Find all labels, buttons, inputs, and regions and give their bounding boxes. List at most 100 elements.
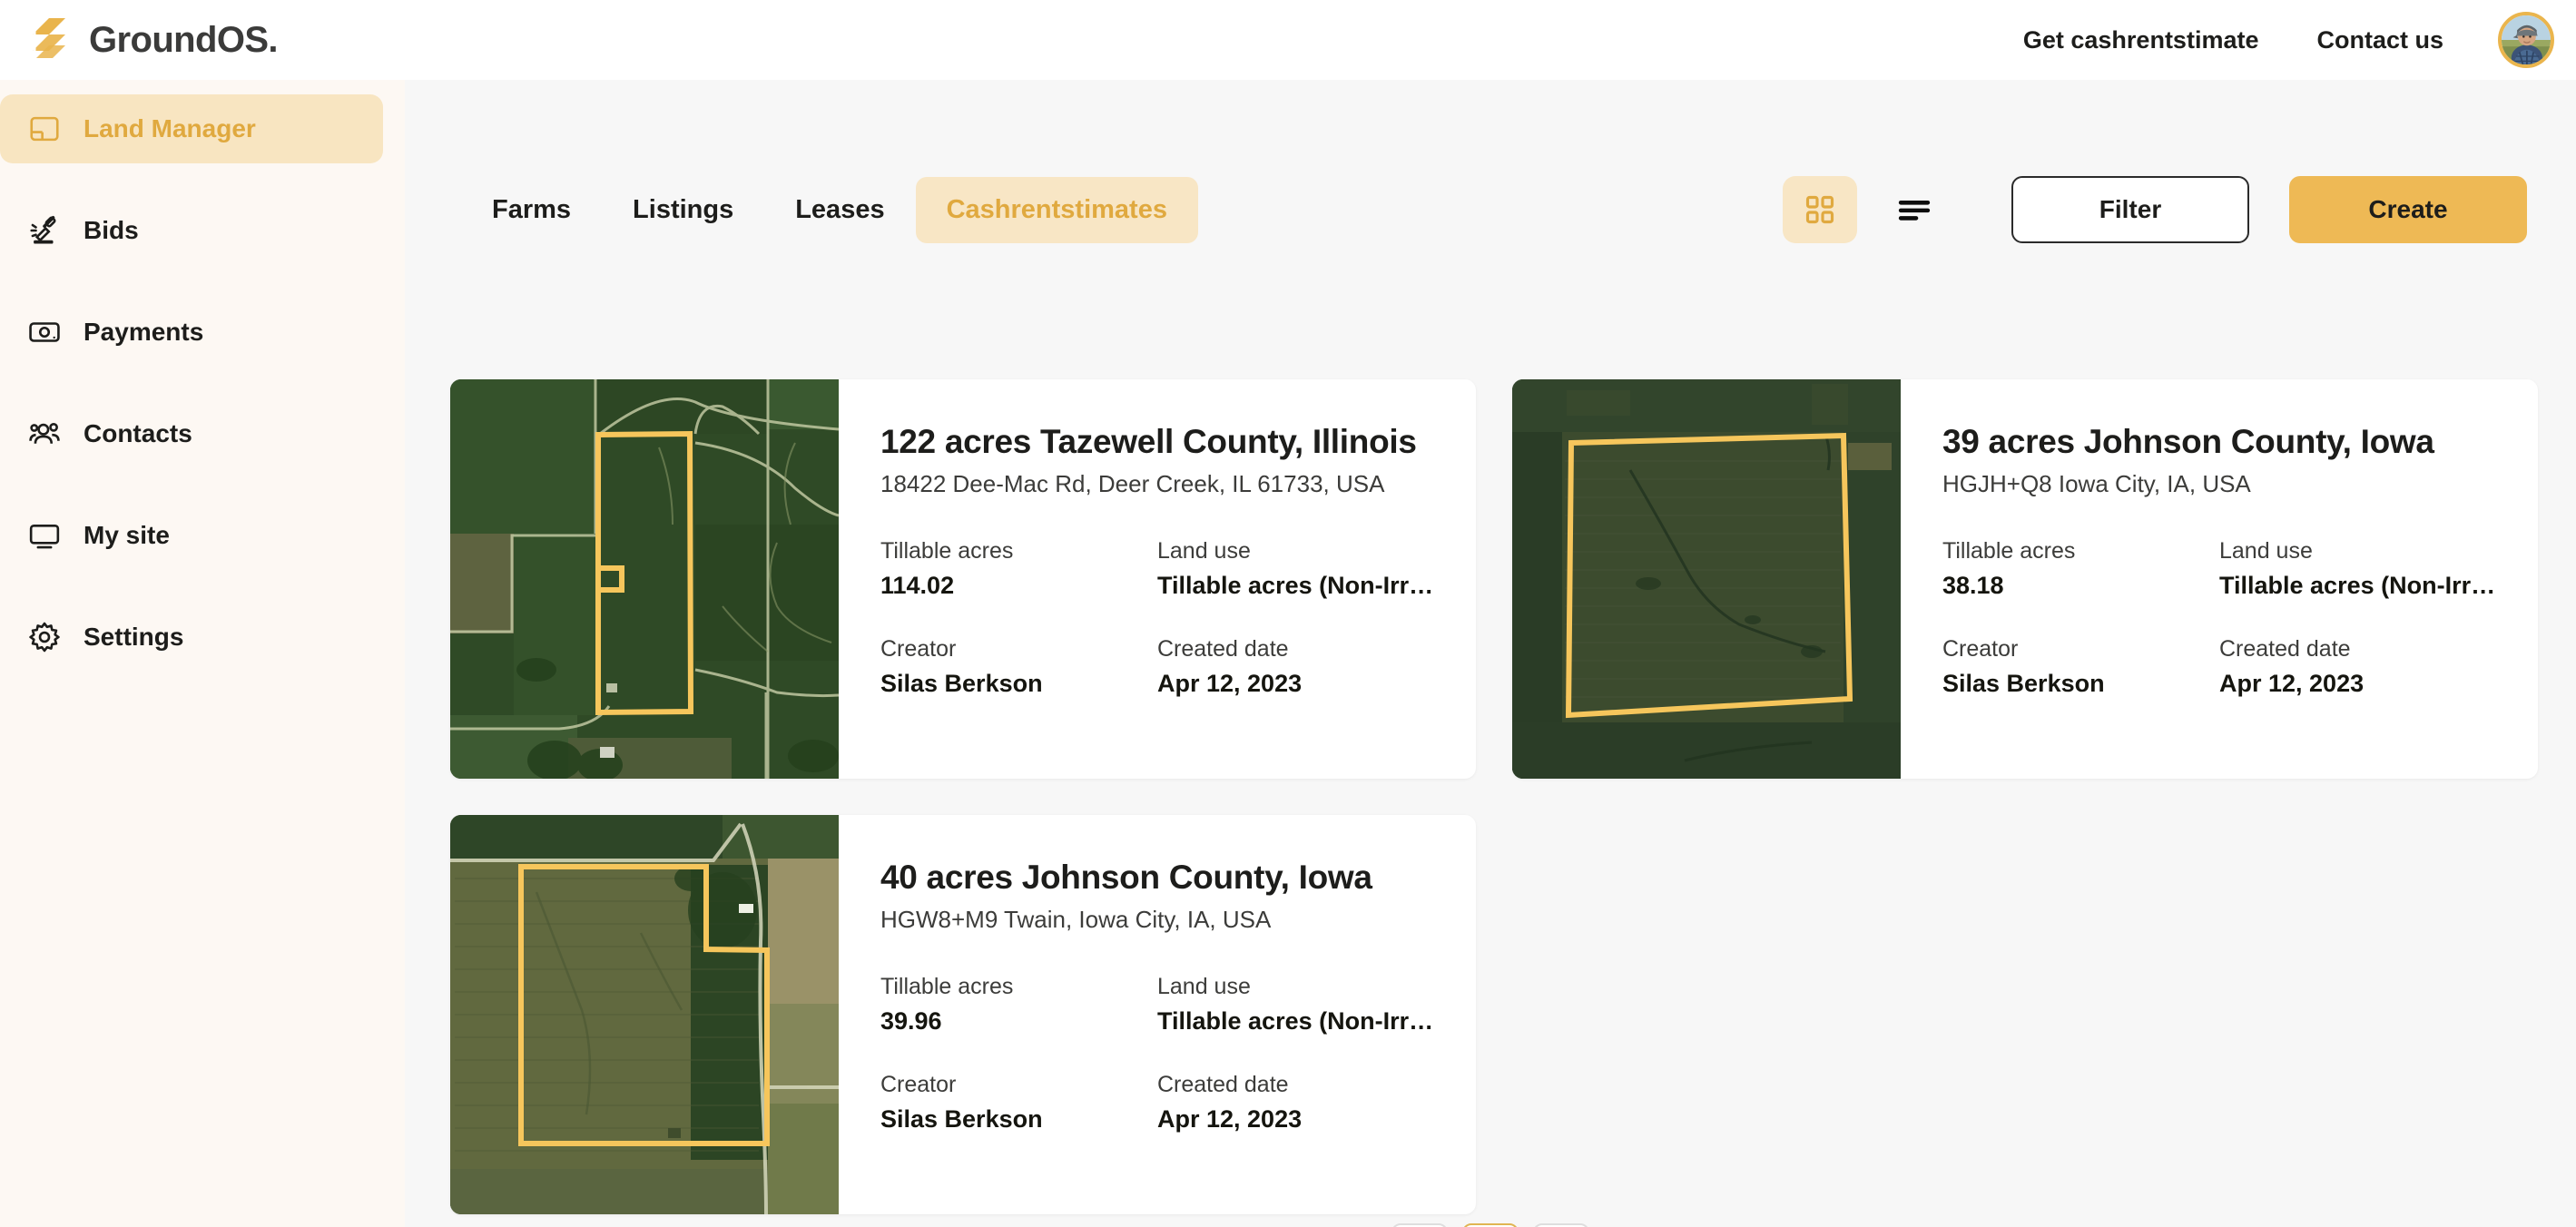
pagination: ‹ 1 › — [405, 1223, 2576, 1227]
field-label-tillable-acres: Tillable acres — [880, 974, 1014, 999]
contact-us-link[interactable]: Contact us — [2287, 17, 2473, 64]
avatar[interactable] — [2498, 12, 2554, 68]
card-title: 40 acres Johnson County, Iowa — [880, 859, 1372, 896]
field-label-created-date: Created date — [1157, 1072, 1289, 1097]
banknote-icon — [29, 322, 60, 342]
card-details: 40 acres Johnson County, Iowa HGW8+M9 Tw… — [839, 815, 1476, 1214]
card-title: 39 acres Johnson County, Iowa — [1942, 423, 2434, 460]
content-toolbar: Farms Listings Leases Cashrentstimates F… — [405, 160, 2576, 260]
field-label-creator: Creator — [1942, 636, 2019, 662]
toolbar-actions: Filter Create — [1783, 176, 2527, 243]
cashrentstimate-card[interactable]: 39 acres Johnson County, Iowa HGJH+Q8 Io… — [1512, 379, 2538, 779]
tab-cashrentstimates[interactable]: Cashrentstimates — [915, 176, 1198, 243]
field-land-use: Land use Tillable acres (Non-Irr… — [1157, 538, 1440, 600]
cashrentstimate-card[interactable]: 40 acres Johnson County, Iowa HGW8+M9 Tw… — [450, 815, 1476, 1214]
field-value-land-use: Tillable acres (Non-Irr… — [1157, 572, 1434, 599]
list-view-button[interactable] — [1877, 176, 1952, 243]
sidebar-item-my-site[interactable]: My site — [0, 501, 383, 570]
get-cashrentstimate-link[interactable]: Get cashrentstimate — [1994, 17, 2288, 64]
field-creator: Creator Silas Berkson — [880, 1072, 1157, 1134]
layout-panel-icon — [30, 116, 59, 142]
card-field-grid: Tillable acres 39.96 Land use Tillable a… — [880, 974, 1440, 1134]
card-address: HGW8+M9 Twain, Iowa City, IA, USA — [880, 906, 1272, 933]
sidebar-label-bids: Bids — [84, 216, 139, 244]
sidebar-item-bids[interactable]: Bids — [0, 196, 383, 265]
tab-leases[interactable]: Leases — [764, 177, 915, 243]
list-view-icon — [1898, 201, 1931, 221]
card-map-thumbnail[interactable] — [450, 815, 839, 1214]
field-creator: Creator Silas Berkson — [1942, 636, 2219, 698]
sidebar: Land Manager Bids Payments Contacts My s… — [0, 80, 405, 1227]
field-value-created-date: Apr 12, 2023 — [1157, 670, 1303, 697]
field-value-creator: Silas Berkson — [1942, 670, 2105, 697]
card-field-grid: Tillable acres 38.18 Land use Tillable a… — [1942, 538, 2502, 698]
card-address: HGJH+Q8 Iowa City, IA, USA — [1942, 470, 2251, 497]
field-value-creator: Silas Berkson — [880, 670, 1043, 697]
sidebar-label-my-site: My site — [84, 521, 170, 549]
users-icon — [29, 423, 60, 444]
card-map-thumbnail[interactable] — [450, 379, 839, 779]
sidebar-item-payments[interactable]: Payments — [0, 298, 383, 367]
field-value-tillable-acres: 39.96 — [880, 1007, 942, 1035]
field-label-created-date: Created date — [2219, 636, 2351, 662]
field-tillable-acres: Tillable acres 39.96 — [880, 974, 1157, 1036]
pagination-prev-button[interactable]: ‹ — [1391, 1223, 1448, 1227]
aerial-parcel-map-image — [450, 379, 839, 779]
sidebar-label-contacts: Contacts — [84, 419, 192, 447]
field-label-tillable-acres: Tillable acres — [1942, 538, 2076, 564]
grid-view-icon — [1805, 195, 1834, 224]
brand-name: GroundOS. — [89, 19, 279, 60]
card-map-thumbnail[interactable] — [1512, 379, 1901, 779]
field-label-land-use: Land use — [1157, 974, 1251, 999]
field-label-tillable-acres: Tillable acres — [880, 538, 1014, 564]
field-created-date: Created date Apr 12, 2023 — [2219, 636, 2502, 698]
card-details: 122 acres Tazewell County, Illinois 1842… — [839, 379, 1476, 779]
monitor-icon — [29, 525, 60, 549]
card-title: 122 acres Tazewell County, Illinois — [880, 423, 1417, 460]
card-details: 39 acres Johnson County, Iowa HGJH+Q8 Io… — [1901, 379, 2538, 779]
tab-listings[interactable]: Listings — [602, 177, 764, 243]
field-label-land-use: Land use — [2219, 538, 2313, 564]
cashrentstimate-card-grid: 122 acres Tazewell County, Illinois 1842… — [450, 379, 2538, 1214]
field-created-date: Created date Apr 12, 2023 — [1157, 1072, 1440, 1134]
filter-button[interactable]: Filter — [2011, 176, 2249, 243]
cashrentstimate-card[interactable]: 122 acres Tazewell County, Illinois 1842… — [450, 379, 1476, 779]
field-value-tillable-acres: 38.18 — [1942, 572, 2004, 599]
avatar-image — [2502, 15, 2551, 64]
field-label-land-use: Land use — [1157, 538, 1251, 564]
field-land-use: Land use Tillable acres (Non-Irr… — [1157, 974, 1440, 1036]
field-tillable-acres: Tillable acres 38.18 — [1942, 538, 2219, 600]
sidebar-label-payments: Payments — [84, 318, 204, 346]
create-button[interactable]: Create — [2289, 176, 2527, 243]
field-land-use: Land use Tillable acres (Non-Irr… — [2219, 538, 2502, 600]
field-value-created-date: Apr 12, 2023 — [1157, 1105, 1303, 1133]
grid-view-button[interactable] — [1783, 176, 1857, 243]
pagination-next-button[interactable]: › — [1533, 1223, 1589, 1227]
sidebar-item-contacts[interactable]: Contacts — [0, 399, 383, 468]
field-value-created-date: Apr 12, 2023 — [2219, 670, 2365, 697]
field-creator: Creator Silas Berkson — [880, 636, 1157, 698]
tab-farms[interactable]: Farms — [461, 177, 602, 243]
gear-icon — [29, 622, 60, 653]
field-label-creator: Creator — [880, 636, 957, 662]
sidebar-label-land-manager: Land Manager — [84, 114, 256, 142]
field-created-date: Created date Apr 12, 2023 — [1157, 636, 1440, 698]
field-label-created-date: Created date — [1157, 636, 1289, 662]
brand-logo[interactable]: GroundOS. — [25, 15, 279, 64]
gavel-icon — [30, 215, 56, 244]
chevron-stack-logo-icon — [33, 18, 65, 58]
field-value-land-use: Tillable acres (Non-Irr… — [1157, 1007, 1434, 1035]
aerial-parcel-map-image — [1512, 379, 1901, 779]
field-value-tillable-acres: 114.02 — [880, 572, 955, 599]
pagination-page-1[interactable]: 1 — [1462, 1223, 1519, 1227]
top-header: GroundOS. Get cashrentstimate Contact us — [0, 0, 2576, 80]
card-field-grid: Tillable acres 114.02 Land use Tillable … — [880, 538, 1440, 698]
tab-bar: Farms Listings Leases Cashrentstimates — [461, 176, 1198, 243]
card-address: 18422 Dee-Mac Rd, Deer Creek, IL 61733, … — [880, 470, 1385, 497]
sidebar-item-settings[interactable]: Settings — [0, 603, 383, 672]
field-value-land-use: Tillable acres (Non-Irr… — [2219, 572, 2496, 599]
header-links: Get cashrentstimate Contact us — [1994, 12, 2554, 68]
field-value-creator: Silas Berkson — [880, 1105, 1043, 1133]
sidebar-label-settings: Settings — [84, 623, 184, 651]
sidebar-item-land-manager[interactable]: Land Manager — [0, 94, 383, 163]
